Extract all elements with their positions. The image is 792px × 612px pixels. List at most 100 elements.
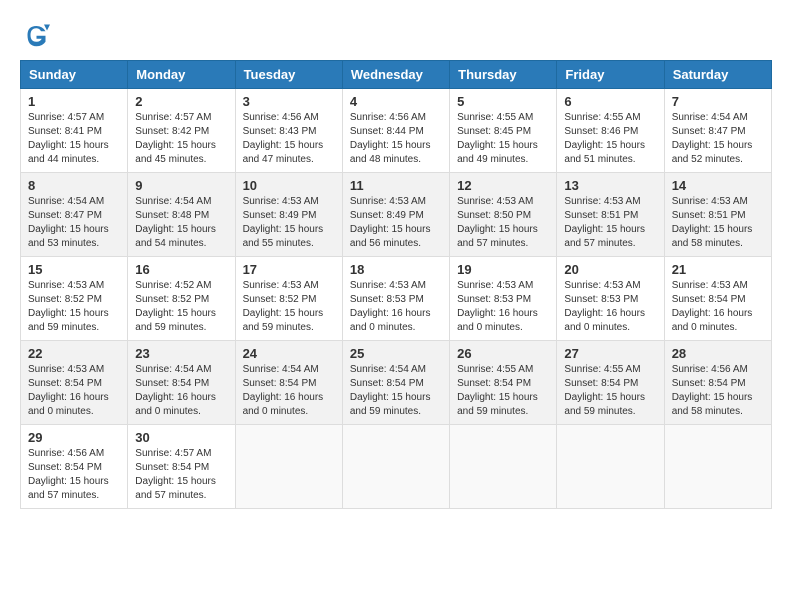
day-number: 29 (28, 430, 120, 445)
day-info: Sunrise: 4:53 AM Sunset: 8:52 PM Dayligh… (28, 279, 120, 335)
day-number: 12 (457, 178, 549, 193)
day-number: 7 (672, 94, 764, 109)
day-info: Sunrise: 4:55 AM Sunset: 8:54 PM Dayligh… (564, 363, 656, 419)
calendar-cell: 26 Sunrise: 4:55 AM Sunset: 8:54 PM Dayl… (450, 341, 557, 425)
day-info: Sunrise: 4:54 AM Sunset: 8:54 PM Dayligh… (350, 363, 442, 419)
calendar-cell: 9 Sunrise: 4:54 AM Sunset: 8:48 PM Dayli… (128, 173, 235, 257)
page-header (20, 20, 772, 50)
calendar-cell: 29 Sunrise: 4:56 AM Sunset: 8:54 PM Dayl… (21, 425, 128, 509)
day-info: Sunrise: 4:54 AM Sunset: 8:54 PM Dayligh… (135, 363, 227, 419)
col-header-saturday: Saturday (664, 61, 771, 89)
day-number: 22 (28, 346, 120, 361)
day-number: 5 (457, 94, 549, 109)
calendar-cell: 24 Sunrise: 4:54 AM Sunset: 8:54 PM Dayl… (235, 341, 342, 425)
day-info: Sunrise: 4:54 AM Sunset: 8:47 PM Dayligh… (28, 195, 120, 251)
col-header-friday: Friday (557, 61, 664, 89)
calendar-cell: 1 Sunrise: 4:57 AM Sunset: 8:41 PM Dayli… (21, 89, 128, 173)
day-info: Sunrise: 4:53 AM Sunset: 8:53 PM Dayligh… (457, 279, 549, 335)
col-header-sunday: Sunday (21, 61, 128, 89)
calendar-cell (450, 425, 557, 509)
day-info: Sunrise: 4:57 AM Sunset: 8:54 PM Dayligh… (135, 447, 227, 503)
day-info: Sunrise: 4:55 AM Sunset: 8:46 PM Dayligh… (564, 111, 656, 167)
day-info: Sunrise: 4:54 AM Sunset: 8:47 PM Dayligh… (672, 111, 764, 167)
calendar-row: 15 Sunrise: 4:53 AM Sunset: 8:52 PM Dayl… (21, 257, 772, 341)
col-header-monday: Monday (128, 61, 235, 89)
day-number: 21 (672, 262, 764, 277)
calendar-cell: 19 Sunrise: 4:53 AM Sunset: 8:53 PM Dayl… (450, 257, 557, 341)
day-info: Sunrise: 4:54 AM Sunset: 8:48 PM Dayligh… (135, 195, 227, 251)
calendar-cell: 22 Sunrise: 4:53 AM Sunset: 8:54 PM Dayl… (21, 341, 128, 425)
calendar-cell: 16 Sunrise: 4:52 AM Sunset: 8:52 PM Dayl… (128, 257, 235, 341)
day-info: Sunrise: 4:55 AM Sunset: 8:54 PM Dayligh… (457, 363, 549, 419)
day-number: 4 (350, 94, 442, 109)
day-info: Sunrise: 4:53 AM Sunset: 8:53 PM Dayligh… (350, 279, 442, 335)
col-header-wednesday: Wednesday (342, 61, 449, 89)
calendar-cell: 8 Sunrise: 4:54 AM Sunset: 8:47 PM Dayli… (21, 173, 128, 257)
calendar-cell: 17 Sunrise: 4:53 AM Sunset: 8:52 PM Dayl… (235, 257, 342, 341)
calendar-row: 1 Sunrise: 4:57 AM Sunset: 8:41 PM Dayli… (21, 89, 772, 173)
day-number: 14 (672, 178, 764, 193)
day-number: 20 (564, 262, 656, 277)
col-header-thursday: Thursday (450, 61, 557, 89)
day-number: 23 (135, 346, 227, 361)
calendar-cell: 30 Sunrise: 4:57 AM Sunset: 8:54 PM Dayl… (128, 425, 235, 509)
day-info: Sunrise: 4:52 AM Sunset: 8:52 PM Dayligh… (135, 279, 227, 335)
calendar-cell: 18 Sunrise: 4:53 AM Sunset: 8:53 PM Dayl… (342, 257, 449, 341)
day-info: Sunrise: 4:53 AM Sunset: 8:54 PM Dayligh… (28, 363, 120, 419)
day-info: Sunrise: 4:53 AM Sunset: 8:53 PM Dayligh… (564, 279, 656, 335)
day-number: 11 (350, 178, 442, 193)
calendar-cell: 23 Sunrise: 4:54 AM Sunset: 8:54 PM Dayl… (128, 341, 235, 425)
day-number: 10 (243, 178, 335, 193)
calendar-row: 22 Sunrise: 4:53 AM Sunset: 8:54 PM Dayl… (21, 341, 772, 425)
calendar-row: 29 Sunrise: 4:56 AM Sunset: 8:54 PM Dayl… (21, 425, 772, 509)
calendar-cell (235, 425, 342, 509)
calendar-cell: 25 Sunrise: 4:54 AM Sunset: 8:54 PM Dayl… (342, 341, 449, 425)
day-number: 25 (350, 346, 442, 361)
calendar-row: 8 Sunrise: 4:54 AM Sunset: 8:47 PM Dayli… (21, 173, 772, 257)
calendar-cell: 15 Sunrise: 4:53 AM Sunset: 8:52 PM Dayl… (21, 257, 128, 341)
day-number: 2 (135, 94, 227, 109)
day-number: 28 (672, 346, 764, 361)
day-number: 30 (135, 430, 227, 445)
day-info: Sunrise: 4:53 AM Sunset: 8:51 PM Dayligh… (564, 195, 656, 251)
day-number: 3 (243, 94, 335, 109)
day-number: 18 (350, 262, 442, 277)
day-info: Sunrise: 4:53 AM Sunset: 8:54 PM Dayligh… (672, 279, 764, 335)
calendar-table: SundayMondayTuesdayWednesdayThursdayFrid… (20, 60, 772, 509)
calendar-cell: 10 Sunrise: 4:53 AM Sunset: 8:49 PM Dayl… (235, 173, 342, 257)
calendar-cell: 27 Sunrise: 4:55 AM Sunset: 8:54 PM Dayl… (557, 341, 664, 425)
calendar-cell: 7 Sunrise: 4:54 AM Sunset: 8:47 PM Dayli… (664, 89, 771, 173)
day-number: 19 (457, 262, 549, 277)
calendar-cell: 4 Sunrise: 4:56 AM Sunset: 8:44 PM Dayli… (342, 89, 449, 173)
day-number: 1 (28, 94, 120, 109)
calendar-cell: 2 Sunrise: 4:57 AM Sunset: 8:42 PM Dayli… (128, 89, 235, 173)
logo (20, 20, 54, 50)
calendar-cell: 12 Sunrise: 4:53 AM Sunset: 8:50 PM Dayl… (450, 173, 557, 257)
day-number: 13 (564, 178, 656, 193)
calendar-cell: 5 Sunrise: 4:55 AM Sunset: 8:45 PM Dayli… (450, 89, 557, 173)
calendar-cell: 20 Sunrise: 4:53 AM Sunset: 8:53 PM Dayl… (557, 257, 664, 341)
day-number: 17 (243, 262, 335, 277)
col-header-tuesday: Tuesday (235, 61, 342, 89)
day-number: 27 (564, 346, 656, 361)
day-info: Sunrise: 4:57 AM Sunset: 8:42 PM Dayligh… (135, 111, 227, 167)
day-info: Sunrise: 4:53 AM Sunset: 8:49 PM Dayligh… (243, 195, 335, 251)
day-number: 9 (135, 178, 227, 193)
day-info: Sunrise: 4:56 AM Sunset: 8:54 PM Dayligh… (672, 363, 764, 419)
calendar-cell (342, 425, 449, 509)
day-info: Sunrise: 4:56 AM Sunset: 8:43 PM Dayligh… (243, 111, 335, 167)
day-number: 6 (564, 94, 656, 109)
day-info: Sunrise: 4:53 AM Sunset: 8:49 PM Dayligh… (350, 195, 442, 251)
calendar-cell: 6 Sunrise: 4:55 AM Sunset: 8:46 PM Dayli… (557, 89, 664, 173)
calendar-cell: 28 Sunrise: 4:56 AM Sunset: 8:54 PM Dayl… (664, 341, 771, 425)
day-number: 24 (243, 346, 335, 361)
day-number: 26 (457, 346, 549, 361)
calendar-cell: 21 Sunrise: 4:53 AM Sunset: 8:54 PM Dayl… (664, 257, 771, 341)
day-number: 8 (28, 178, 120, 193)
calendar-cell (664, 425, 771, 509)
day-number: 15 (28, 262, 120, 277)
day-info: Sunrise: 4:56 AM Sunset: 8:44 PM Dayligh… (350, 111, 442, 167)
day-info: Sunrise: 4:53 AM Sunset: 8:52 PM Dayligh… (243, 279, 335, 335)
calendar-cell: 3 Sunrise: 4:56 AM Sunset: 8:43 PM Dayli… (235, 89, 342, 173)
calendar-cell: 13 Sunrise: 4:53 AM Sunset: 8:51 PM Dayl… (557, 173, 664, 257)
